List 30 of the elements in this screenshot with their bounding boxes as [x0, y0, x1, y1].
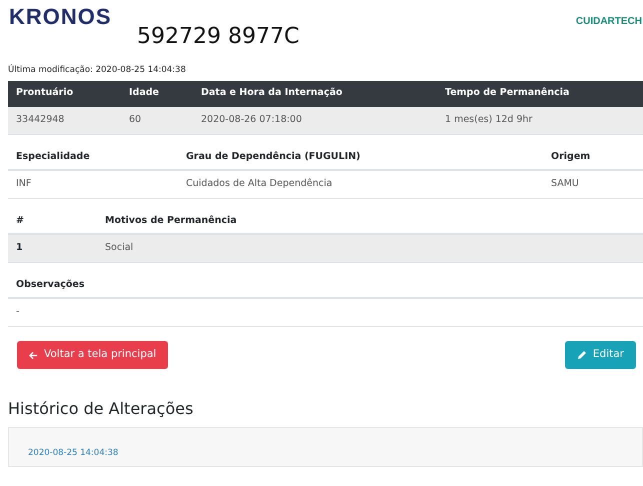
edit-button[interactable]: Editar — [564, 341, 636, 369]
table-cell-text: 33442948 — [15, 113, 66, 128]
brand-logo: CUIDARTECH — [576, 15, 642, 29]
back-button[interactable]: Voltar a tela principal — [17, 341, 168, 369]
table-cell-text: Cuidados de Alta Dependência — [185, 177, 334, 192]
history-link[interactable]: 2020-08-25 14:04:38 — [28, 448, 118, 458]
column-header: Origem — [550, 150, 592, 164]
column-header: Data e Hora da Internação — [200, 86, 344, 100]
column-header: Especialidade — [15, 150, 91, 164]
pencil-icon — [576, 350, 587, 360]
column-header: # — [15, 214, 24, 228]
table-cell-text: - — [15, 305, 20, 320]
table-cell-text: INF — [15, 177, 32, 192]
arrow-left-icon — [29, 350, 38, 360]
column-header: Tempo de Permanência — [444, 86, 570, 100]
table-cell-text: 1 mes(es) 12d 9hr — [444, 113, 534, 128]
record-title: 592729 8977C — [137, 24, 300, 49]
table-cell-text: Social — [104, 241, 134, 256]
table-cell-text: 60 — [128, 113, 142, 128]
column-header: Observações — [15, 278, 86, 292]
last-modified: Última modificação: 2020-08-25 14:04:38 — [8, 65, 186, 75]
table-cell-text: SAMU — [550, 177, 580, 192]
table-cell-text: 2020-08-26 07:18:00 — [200, 113, 303, 128]
logo: KRONOS — [9, 6, 112, 28]
column-header: Prontuário — [15, 86, 74, 100]
column-header: Grau de Dependência (FUGULIN) — [185, 150, 362, 164]
column-header: Motivos de Permanência — [104, 214, 238, 228]
table-cell-text: 1 — [15, 241, 24, 256]
column-header: Idade — [128, 86, 160, 100]
history-title: Histórico de Alterações — [8, 399, 194, 418]
